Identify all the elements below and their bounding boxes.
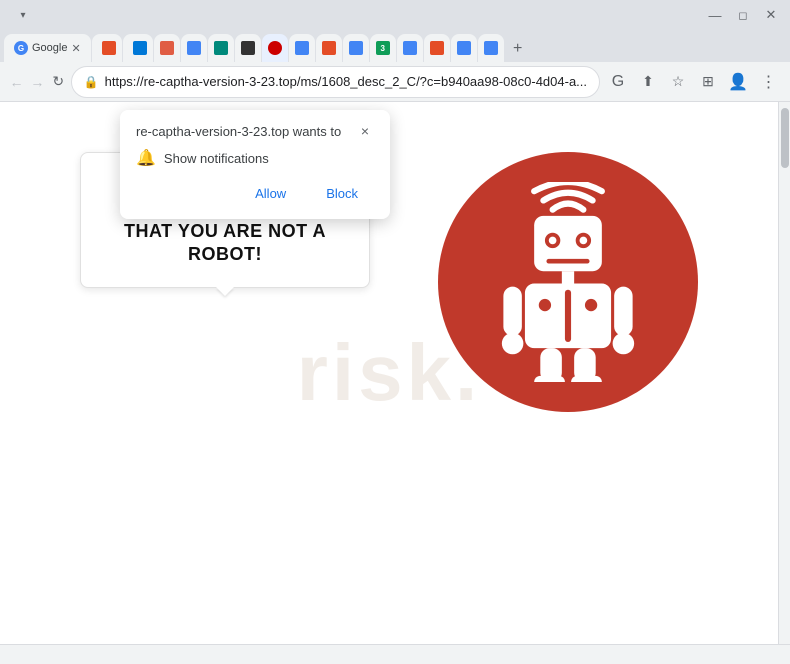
tab-grid-icon[interactable]: ⊞ [694,68,722,96]
block-button[interactable]: Block [310,180,374,207]
popup-description: Show notifications [164,151,269,166]
popup-close-button[interactable]: × [356,122,374,140]
tab-favicon-15 [457,41,471,55]
captcha-line2: THAT YOU ARE NOT A ROBOT! [124,221,326,264]
notification-popup: re-captha-version-3-23.top wants to × 🔔 … [120,110,390,219]
tab-favicon-3 [133,41,147,55]
tab-item-9[interactable] [289,34,315,62]
address-bar[interactable]: 🔒 https://re-captha-version-3-23.top/ms/… [71,66,600,98]
content-row: risk. re-captha-version-3-23.top wants t… [0,102,790,644]
tab-favicon-5 [187,41,201,55]
navigation-bar: ← → ↻ 🔒 https://re-captha-version-3-23.t… [0,62,790,102]
bookmark-icon[interactable]: ☆ [664,68,692,96]
tab-item-7[interactable] [235,34,261,62]
tab-favicon-7 [241,41,255,55]
tab-favicon-11 [349,41,363,55]
robot-circle [438,152,698,412]
tab-favicon-13 [403,41,417,55]
tab-item-3[interactable] [123,34,153,62]
tab-item-4[interactable] [154,34,180,62]
tab-favicon-10 [322,41,336,55]
close-button[interactable]: ✕ [758,5,784,25]
dropdown-icon[interactable]: ▾ [10,5,36,25]
top-chrome: ▾ — ◻ ✕ G Google ✕ [0,0,790,62]
tab-item-2[interactable] [92,34,122,62]
page-content: risk. re-captha-version-3-23.top wants t… [0,102,778,644]
tab-favicon-9 [295,41,309,55]
menu-icon[interactable]: ⋮ [754,68,782,96]
reload-button[interactable]: ↻ [50,68,67,96]
tab-item-10[interactable] [316,34,342,62]
tab-label-1: Google [32,42,67,54]
status-bar [0,644,790,664]
window-controls-row: ▾ — ◻ ✕ [0,0,790,30]
browser-window: ▾ — ◻ ✕ G Google ✕ [0,0,790,664]
new-tab-button[interactable]: + [505,36,531,62]
popup-body: 🔔 Show notifications [136,148,374,168]
restore-button[interactable]: ◻ [730,5,756,25]
scrollbar-thumb[interactable] [781,108,789,168]
allow-button[interactable]: Allow [239,180,302,207]
tab-item-8[interactable] [262,34,288,62]
tab-favicon-8 [268,41,282,55]
tab-item-6[interactable] [208,34,234,62]
tab-item-14[interactable] [424,34,450,62]
minimize-button[interactable]: — [702,5,728,25]
lock-icon: 🔒 [84,75,99,89]
address-text: https://re-captha-version-3-23.top/ms/16… [105,74,587,89]
tab-item-12[interactable]: 3 [370,34,396,62]
tab-item-11[interactable] [343,34,369,62]
tab-item-5[interactable] [181,34,207,62]
tab-favicon-2 [102,41,116,55]
forward-button[interactable]: → [29,68,46,96]
popup-title: re-captha-version-3-23.top wants to [136,124,341,139]
tab-favicon-4 [160,41,174,55]
tab-favicon-12: 3 [376,41,390,55]
account-icon[interactable]: 👤 [724,68,752,96]
tab-favicon-1: G [14,41,28,55]
tab-item-15[interactable] [451,34,477,62]
tab-favicon-16 [484,41,498,55]
robot-area [438,152,698,412]
bell-icon: 🔔 [136,148,156,168]
tabs-strip: G Google ✕ [0,30,790,62]
nav-right-icons: G ⬆ ☆ ⊞ 👤 ⋮ [604,68,782,96]
tab-item-1[interactable]: G Google ✕ [4,34,91,62]
tab-item-13[interactable] [397,34,423,62]
tab-favicon-6 [214,41,228,55]
tab-favicon-14 [430,41,444,55]
google-icon[interactable]: G [604,68,632,96]
back-button[interactable]: ← [8,68,25,96]
scrollbar[interactable] [778,102,790,644]
tab-item-16[interactable] [478,34,504,62]
tab-close-1[interactable]: ✕ [71,42,80,55]
popup-header: re-captha-version-3-23.top wants to × [136,122,374,140]
share-icon[interactable]: ⬆ [634,68,662,96]
popup-actions: Allow Block [136,180,374,207]
robot-svg [488,182,648,382]
